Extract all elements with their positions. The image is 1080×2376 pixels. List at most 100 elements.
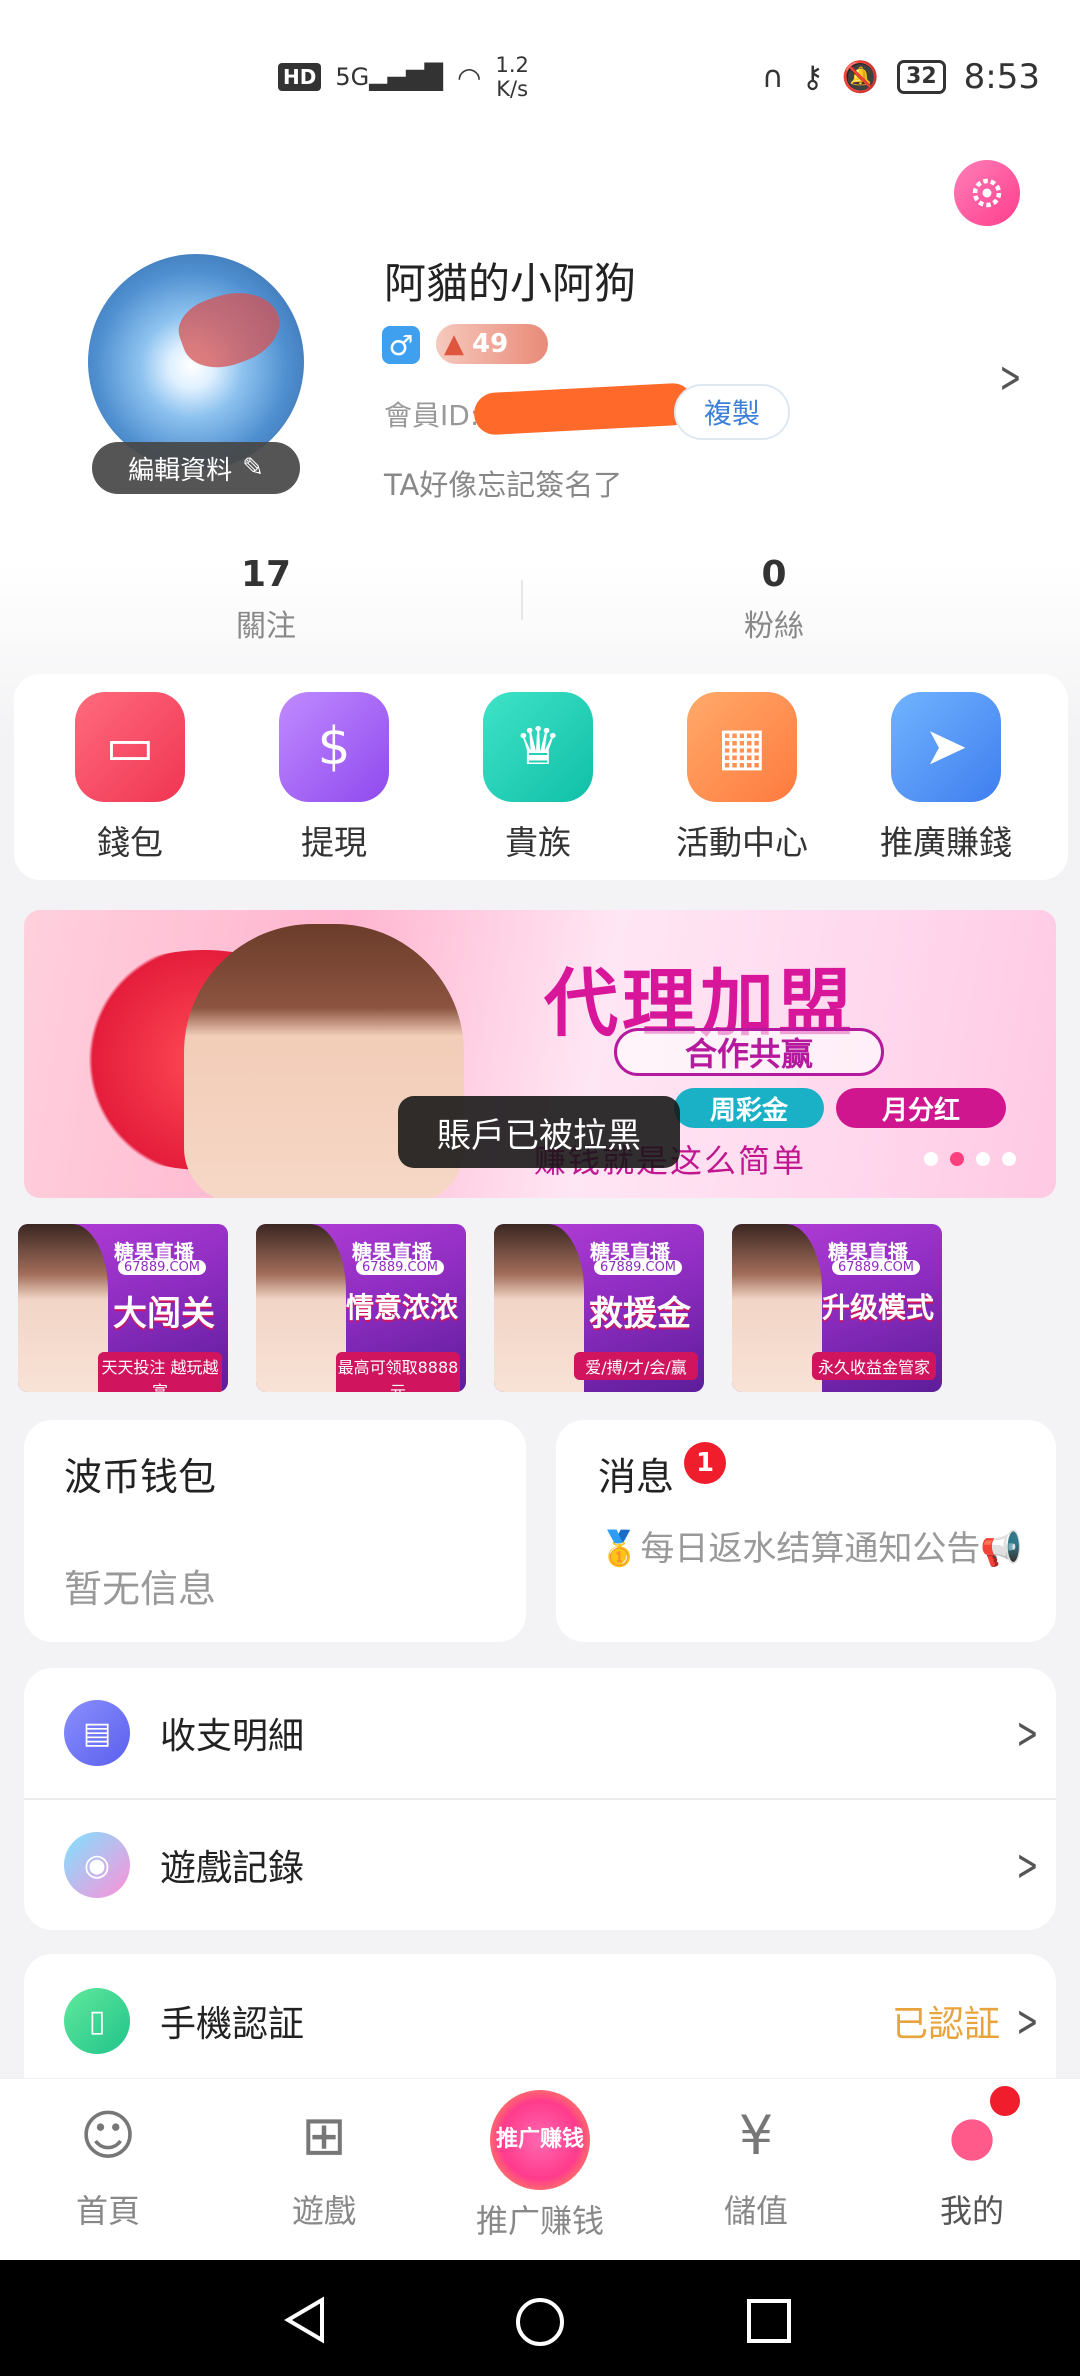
- signature: TA好像忘記簽名了: [384, 468, 623, 502]
- tile-site: 67889.COM: [118, 1260, 207, 1275]
- gear-icon: [972, 178, 1002, 208]
- girl-avatar-icon: ☺: [79, 2103, 137, 2167]
- tile-title: 救援金: [589, 1294, 691, 1334]
- document-icon: ▤: [64, 1700, 130, 1766]
- promo-tile[interactable]: 糖果直播 67889.COM 升级模式 永久收益金管家: [732, 1224, 942, 1392]
- battery-icon: 32: [897, 60, 946, 94]
- banner-subtitle: 合作共赢: [614, 1028, 884, 1076]
- level-badge: ▲ 49: [436, 324, 548, 364]
- following-label: 關注: [236, 609, 296, 644]
- nav-me[interactable]: ● 我的: [882, 2090, 1062, 2232]
- wallet-icon: ▭: [75, 692, 185, 802]
- quick-action-label: 錢包: [97, 823, 163, 862]
- messages-title: 消息: [598, 1455, 675, 1499]
- headphones-icon: ∩: [761, 59, 784, 95]
- tile-site: 67889.COM: [594, 1260, 683, 1275]
- nav-label: 首頁: [75, 2192, 140, 2230]
- stat-divider: [521, 580, 523, 620]
- tile-foot: 爱/搏/才/会/赢: [574, 1352, 698, 1380]
- menu-item-phone-verify[interactable]: ▯ 手機認証 已認証 >: [24, 1956, 1056, 2086]
- nav-home[interactable]: ☺ 首頁: [18, 2090, 198, 2232]
- following-count: 17: [240, 554, 292, 595]
- carousel-dot[interactable]: [924, 1152, 938, 1166]
- following-stat[interactable]: 17 關注: [166, 554, 366, 645]
- back-icon[interactable]: [282, 2296, 330, 2344]
- tile-title: 大闯关: [113, 1294, 215, 1334]
- member-id: 會員ID:: [384, 399, 480, 432]
- edit-profile-label: 編輯資料: [128, 455, 233, 486]
- message-preview: 🥇每日返水结算通知公告📢: [598, 1529, 1023, 1569]
- chevron-right-icon[interactable]: >: [999, 352, 1021, 403]
- key-icon: ⚷: [801, 59, 824, 95]
- tile-foot: 永久收益金管家: [812, 1352, 936, 1380]
- username: 阿貓的小阿狗: [384, 259, 637, 308]
- edit-icon: ✎: [242, 453, 264, 483]
- clock: 8:53: [963, 57, 1040, 97]
- paper-plane-icon: ➤: [891, 692, 1001, 802]
- nav-label: 推广赚钱: [475, 2202, 604, 2240]
- quick-action-withdraw[interactable]: $ 提現: [234, 692, 434, 864]
- quick-action-label: 提現: [301, 823, 367, 862]
- copy-id-button[interactable]: 複製: [674, 384, 790, 440]
- tile-title: 升级模式: [821, 1291, 934, 1324]
- male-icon: ♂: [382, 326, 420, 364]
- menu-item-game-records[interactable]: ◉ 遊戲記錄 >: [24, 1800, 1056, 1930]
- promo-tile[interactable]: 糖果直播 67889.COM 情意浓浓 最高可领取8888元: [256, 1224, 466, 1392]
- phone-icon: ▯: [64, 1988, 130, 2054]
- chevron-right-icon: >: [1016, 1707, 1039, 1759]
- edit-profile-button[interactable]: 編輯資料 ✎: [92, 442, 300, 494]
- followers-stat[interactable]: 0 粉絲: [674, 554, 874, 645]
- chevron-right-icon: >: [1016, 1839, 1039, 1891]
- nav-label: 儲值: [723, 2192, 788, 2230]
- promo-tile[interactable]: 糖果直播 67889.COM 大闯关 天天投注 越玩越富: [18, 1224, 228, 1392]
- chevron-right-icon: >: [1016, 1995, 1039, 2047]
- nav-label: 我的: [939, 2192, 1004, 2230]
- settings-button[interactable]: [954, 160, 1020, 226]
- level-value: 49: [472, 329, 509, 359]
- verified-status: 已認証: [891, 2004, 1000, 2045]
- followers-label: 粉絲: [744, 609, 804, 644]
- avatar-hand-image: [171, 279, 289, 379]
- recents-icon[interactable]: [746, 2298, 792, 2344]
- wallet-empty-text: 暂无信息: [64, 1567, 217, 1611]
- status-left: HD 5G▂▄▆█ ◠ 1.2 K/s: [278, 52, 529, 102]
- quick-action-promote[interactable]: ➤ 推廣賺錢: [846, 692, 1046, 864]
- wallet-title: 波币钱包: [64, 1455, 217, 1499]
- avatar[interactable]: [88, 254, 304, 470]
- carousel-dot[interactable]: [976, 1152, 990, 1166]
- tile-model-image: [494, 1224, 584, 1392]
- tile-model-image: [256, 1224, 346, 1392]
- gamepad-icon: ◉: [64, 1832, 130, 1898]
- notification-dot: [990, 2086, 1020, 2116]
- rank-icon: ▲: [444, 329, 464, 359]
- carousel-dot-active[interactable]: [950, 1152, 964, 1166]
- unread-badge: 1: [684, 1442, 726, 1484]
- nav-promote[interactable]: 推广赚钱 推广赚钱: [450, 2090, 630, 2242]
- nav-recharge[interactable]: ¥ 儲值: [666, 2090, 846, 2232]
- signal-icon: 5G▂▄▆█: [335, 63, 444, 91]
- hd-badge: HD: [278, 63, 322, 91]
- tile-title: 情意浓浓: [345, 1291, 458, 1324]
- menu-item-transactions[interactable]: ▤ 收支明細 >: [24, 1668, 1056, 1798]
- promo-badge-icon: 推广赚钱: [490, 2090, 590, 2190]
- yen-plus-icon: ¥: [738, 2103, 774, 2167]
- home-icon[interactable]: [514, 2296, 566, 2348]
- menu-item-label: 收支明細: [160, 1716, 305, 1757]
- mute-bell-icon: 🔕: [841, 59, 880, 95]
- network-speed: 1.2 K/s: [495, 53, 529, 101]
- quick-action-events[interactable]: ▦ 活動中心: [642, 692, 842, 864]
- carousel-dot[interactable]: [1002, 1152, 1016, 1166]
- toast-message: 賬戶已被拉黑: [398, 1096, 680, 1168]
- quick-action-noble[interactable]: ♛ 貴族: [438, 692, 638, 864]
- crown-icon: ♛: [483, 692, 593, 802]
- tile-site: 67889.COM: [832, 1260, 921, 1275]
- nav-games[interactable]: ⊞ 遊戲: [234, 2090, 414, 2232]
- tile-site: 67889.COM: [356, 1260, 445, 1275]
- tile-model-image: [732, 1224, 822, 1392]
- menu-item-label: 手機認証: [160, 2004, 305, 2045]
- promo-tile[interactable]: 糖果直播 67889.COM 救援金 爱/搏/才/会/赢: [494, 1224, 704, 1392]
- quick-action-wallet[interactable]: ▭ 錢包: [30, 692, 230, 864]
- quick-action-label: 活動中心: [676, 823, 808, 862]
- menu-item-label: 遊戲記錄: [160, 1848, 305, 1889]
- gift-icon: ▦: [687, 692, 797, 802]
